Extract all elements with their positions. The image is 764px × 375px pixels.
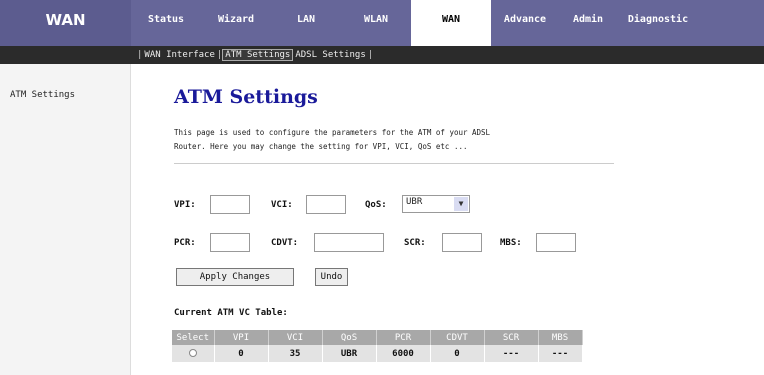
cell-qos: UBR <box>322 345 377 362</box>
cell-vpi: 0 <box>214 345 269 362</box>
cdvt-label: CDVT: <box>271 238 299 248</box>
nav-wizard[interactable]: Wizard <box>201 0 271 40</box>
select-radio[interactable] <box>188 349 197 357</box>
table-row: 0 35 UBR 6000 0 --- --- <box>172 345 583 362</box>
top-nav-bar: WAN Status Wizard LAN WLAN WAN Advance A… <box>0 0 764 46</box>
col-header-qos: QoS <box>322 330 377 345</box>
sub-nav-adsl-settings[interactable]: ADSL Settings <box>293 50 367 60</box>
scr-input[interactable] <box>442 233 482 252</box>
sub-nav-links: | WAN Interface | ATM Settings ADSL Sett… <box>137 48 373 62</box>
nav-advance[interactable]: Advance <box>491 0 559 40</box>
scr-label: SCR: <box>404 238 426 248</box>
sub-nav-wan-interface[interactable]: WAN Interface <box>142 50 216 60</box>
row-select-cell <box>172 345 215 362</box>
side-item-atm-settings[interactable]: ATM Settings <box>10 90 75 100</box>
side-menu: ATM Settings <box>0 64 131 375</box>
nav-wan[interactable]: WAN <box>411 0 491 46</box>
qos-selected-value: UBR <box>406 197 423 207</box>
cell-pcr: 6000 <box>376 345 431 362</box>
page-title: ATM Settings <box>174 86 318 108</box>
pcr-input[interactable] <box>210 233 250 252</box>
col-header-scr: SCR <box>484 330 539 345</box>
atm-vc-table: Select VPI VCI QoS PCR CDVT SCR MBS 0 35… <box>172 330 583 362</box>
nav-lan[interactable]: LAN <box>271 0 341 40</box>
apply-changes-button[interactable]: Apply Changes <box>176 268 294 286</box>
description-line: Router. Here you may change the setting … <box>174 142 468 151</box>
chevron-down-icon: ▼ <box>454 197 468 211</box>
main-nav: Status Wizard LAN WLAN WAN Advance Admin… <box>131 0 699 46</box>
mbs-input[interactable] <box>536 233 576 252</box>
vci-label: VCI: <box>271 200 293 210</box>
nav-status[interactable]: Status <box>131 0 201 40</box>
brand-label: WAN <box>0 0 131 46</box>
col-header-vci: VCI <box>268 330 323 345</box>
cdvt-input[interactable] <box>314 233 384 252</box>
vc-table-title: Current ATM VC Table: <box>174 308 288 318</box>
cell-mbs: --- <box>538 345 583 362</box>
cell-vci: 35 <box>268 345 323 362</box>
col-header-vpi: VPI <box>214 330 269 345</box>
undo-button[interactable]: Undo <box>315 268 348 286</box>
sub-nav-bracket: | <box>367 50 374 60</box>
mbs-label: MBS: <box>500 238 522 248</box>
col-header-select: Select <box>172 330 215 345</box>
nav-wlan[interactable]: WLAN <box>341 0 411 40</box>
qos-label: QoS: <box>365 200 387 210</box>
col-header-pcr: PCR <box>376 330 431 345</box>
vpi-input[interactable] <box>210 195 250 214</box>
cell-scr: --- <box>484 345 539 362</box>
sub-nav-bar: | WAN Interface | ATM Settings ADSL Sett… <box>0 46 764 64</box>
pcr-label: PCR: <box>174 238 196 248</box>
col-header-cdvt: CDVT <box>430 330 485 345</box>
vci-input[interactable] <box>306 195 346 214</box>
qos-select[interactable]: UBR ▼ <box>402 195 470 213</box>
page-description: This page is used to configure the param… <box>174 126 634 154</box>
cell-cdvt: 0 <box>430 345 485 362</box>
divider <box>174 163 614 164</box>
table-header-row: Select VPI VCI QoS PCR CDVT SCR MBS <box>172 330 583 345</box>
vpi-label: VPI: <box>174 200 196 210</box>
nav-diagnostic[interactable]: Diagnostic <box>617 0 699 40</box>
sub-nav-atm-settings[interactable]: ATM Settings <box>222 49 294 61</box>
nav-admin[interactable]: Admin <box>559 0 617 40</box>
col-header-mbs: MBS <box>538 330 583 345</box>
description-line: This page is used to configure the param… <box>174 128 491 137</box>
